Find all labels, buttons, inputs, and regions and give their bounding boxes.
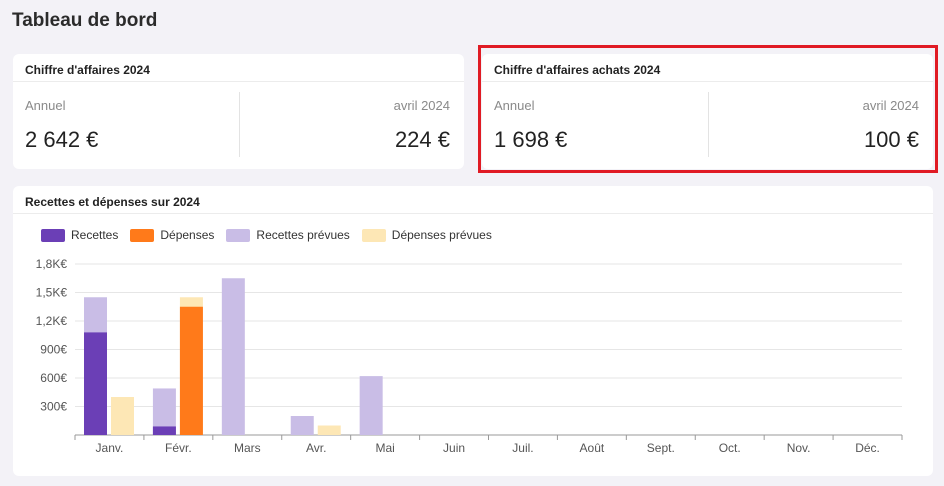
purchases-card: Chiffre d'affaires achats 2024 Annuel 1 … [482, 54, 933, 169]
revenue-month-label: avril 2024 [393, 98, 450, 113]
legend-swatch-depenses-prevues [361, 228, 386, 242]
legend-label-depenses-prevues: Dépenses prévues [391, 228, 492, 242]
legend-label-depenses: Dépenses [160, 228, 215, 242]
legend-swatch-recettes-prevues [226, 228, 251, 242]
revenue-month: avril 2024 224 € [239, 82, 465, 169]
chart-card-title: Recettes et dépenses sur 2024 [13, 186, 933, 214]
legend-label-recettes-prevues: Recettes prévues [256, 228, 350, 242]
revenue-annual: Annuel 2 642 € [13, 82, 239, 169]
legend-swatch-depenses [130, 228, 155, 242]
purchases-annual-label: Annuel [494, 98, 535, 113]
purchases-annual: Annuel 1 698 € [482, 82, 708, 169]
revenue-card: Chiffre d'affaires 2024 Annuel 2 642 € a… [13, 54, 464, 169]
legend-label-recettes: Recettes [71, 228, 119, 242]
chart-card: Recettes et dépenses sur 2024 Recettes D… [13, 186, 933, 476]
page-title: Tableau de bord [12, 10, 158, 31]
purchases-card-title: Chiffre d'affaires achats 2024 [482, 54, 933, 82]
legend-item-depenses-prevues[interactable]: Dépenses prévues [361, 228, 492, 242]
purchases-month-value: 100 € [863, 127, 919, 152]
revenue-card-title: Chiffre d'affaires 2024 [13, 54, 464, 82]
revenue-annual-value: 2 642 € [25, 127, 99, 152]
legend-swatch-recettes [41, 228, 65, 242]
chart-legend: Recettes Dépenses Recettes prévues Dépen… [41, 228, 492, 242]
purchases-month-label: avril 2024 [862, 98, 919, 113]
revenue-month-value: 224 € [394, 127, 450, 152]
purchases-annual-value: 1 698 € [494, 127, 568, 152]
legend-item-recettes[interactable]: Recettes [41, 228, 118, 242]
legend-item-depenses[interactable]: Dépenses [130, 228, 214, 242]
revenue-annual-label: Annuel [25, 98, 66, 113]
legend-item-recettes-prevues[interactable]: Recettes prévues [226, 228, 350, 242]
purchases-month: avril 2024 100 € [708, 82, 934, 169]
